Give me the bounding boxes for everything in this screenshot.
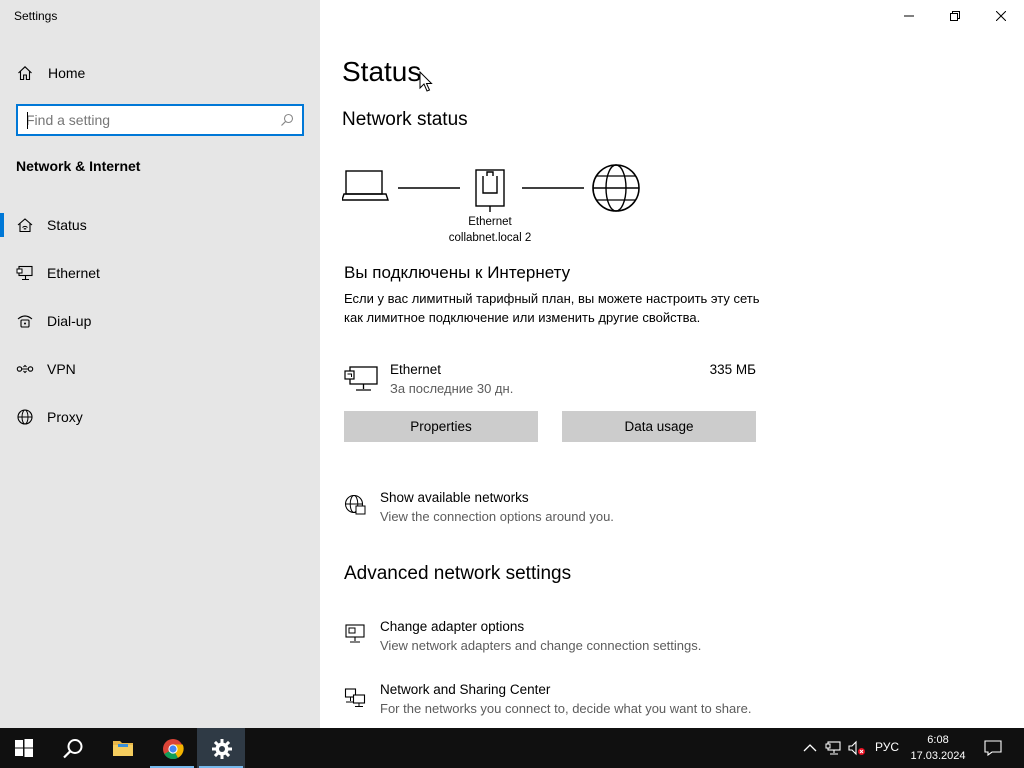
chrome-icon xyxy=(163,739,184,760)
system-clock[interactable]: 6:08 17.03.2024 xyxy=(905,732,971,764)
network-status-heading: Network status xyxy=(342,109,468,130)
show-available-networks-link[interactable]: Show available networks View the connect… xyxy=(344,490,804,530)
folder-icon xyxy=(113,741,133,756)
restore-icon xyxy=(950,11,960,21)
minimize-icon xyxy=(904,15,914,17)
advanced-network-settings-heading: Advanced network settings xyxy=(344,563,572,584)
close-button[interactable] xyxy=(978,0,1024,32)
usage-period: За последние 30 дн. xyxy=(390,381,514,396)
vpn-icon xyxy=(16,361,34,377)
network-name: collabnet.local 2 xyxy=(448,232,532,244)
page-title: Status xyxy=(342,56,422,87)
home-icon xyxy=(17,65,33,81)
adapter-name: Ethernet xyxy=(390,362,442,377)
sidebar-item-vpn[interactable]: VPN xyxy=(0,349,320,389)
text-caret xyxy=(27,112,28,129)
ethernet-adapter-icon xyxy=(344,364,380,394)
gear-icon xyxy=(212,739,232,759)
start-button[interactable] xyxy=(0,728,48,768)
input-language-indicator[interactable]: РУС xyxy=(875,740,899,754)
link-subtitle: View network adapters and change connect… xyxy=(380,638,702,653)
sidebar-item-status[interactable]: Status xyxy=(0,205,320,245)
sharing-center-icon xyxy=(344,686,366,708)
home-label: Home xyxy=(48,65,86,81)
chrome-button[interactable] xyxy=(148,728,196,768)
search-box[interactable] xyxy=(16,104,304,136)
globe-icon xyxy=(16,409,34,425)
network-adapter-icon xyxy=(344,623,366,645)
search-input[interactable] xyxy=(26,111,276,129)
sidebar-item-proxy[interactable]: Proxy xyxy=(0,397,320,437)
link-title: Change adapter options xyxy=(380,619,525,634)
data-usage-value: 335 МБ xyxy=(709,362,756,377)
search-icon xyxy=(63,739,83,759)
chevron-up-icon[interactable] xyxy=(802,740,818,756)
data-usage-button[interactable]: Data usage xyxy=(562,411,756,442)
sidebar-item-label: Status xyxy=(47,217,87,233)
globe-network-icon xyxy=(344,494,366,516)
minimize-button[interactable] xyxy=(886,0,932,32)
close-icon xyxy=(996,11,1006,21)
adapter-label: Ethernet xyxy=(468,216,512,228)
link-subtitle: View the connection options around you. xyxy=(380,509,614,524)
internet-globe-icon xyxy=(592,164,640,212)
sidebar-item-label: Dial-up xyxy=(47,313,92,329)
link-subtitle: For the networks you connect to, decide … xyxy=(380,701,752,716)
connection-status-title: Вы подключены к Интернету xyxy=(344,263,571,282)
file-explorer-button[interactable] xyxy=(98,728,146,768)
mouse-pointer-icon xyxy=(419,70,433,93)
home-wifi-icon xyxy=(16,217,34,233)
volume-muted-icon[interactable] xyxy=(848,740,865,756)
properties-button[interactable]: Properties xyxy=(344,411,538,442)
sidebar-item-ethernet[interactable]: Ethernet xyxy=(0,253,320,293)
settings-taskbar-button[interactable] xyxy=(197,728,245,768)
home-nav-item[interactable]: Home xyxy=(0,57,320,89)
taskbar-search-button[interactable] xyxy=(48,728,96,768)
dialup-icon xyxy=(16,313,34,329)
sidebar-item-label: Proxy xyxy=(47,409,83,425)
sidebar-item-dialup[interactable]: Dial-up xyxy=(0,301,320,341)
laptop-icon xyxy=(341,170,389,201)
connection-status-description: Если у вас лимитный тарифный план, вы мо… xyxy=(344,291,760,325)
network-tray-icon[interactable] xyxy=(825,740,841,756)
sidebar-item-label: Ethernet xyxy=(47,265,100,281)
sidebar: Settings Home Network & Internet Status … xyxy=(0,0,320,728)
adapter-usage-row: Ethernet За последние 30 дн. 335 МБ xyxy=(344,360,756,400)
ethernet-icon xyxy=(16,265,34,281)
windows-logo-icon xyxy=(15,739,33,757)
ethernet-port-icon xyxy=(475,169,505,212)
sidebar-item-label: VPN xyxy=(47,361,76,377)
restore-button[interactable] xyxy=(932,0,978,32)
network-sharing-center-link[interactable]: Network and Sharing Center For the netwo… xyxy=(344,682,804,722)
diagram-caption: Ethernet collabnet.local 2 xyxy=(424,214,556,246)
window-title: Settings xyxy=(14,9,58,23)
clock-time: 6:08 xyxy=(927,734,949,746)
taskbar: РУС 6:08 17.03.2024 xyxy=(0,728,1024,768)
link-title: Network and Sharing Center xyxy=(380,682,551,697)
section-title: Network & Internet xyxy=(16,158,141,174)
main-content: Status Network status Ethernet collabnet… xyxy=(320,0,1024,728)
search-icon[interactable] xyxy=(280,113,294,127)
change-adapter-options-link[interactable]: Change adapter options View network adap… xyxy=(344,619,804,659)
clock-date: 17.03.2024 xyxy=(910,750,966,762)
notifications-icon[interactable] xyxy=(984,740,1002,757)
link-title: Show available networks xyxy=(380,490,529,505)
